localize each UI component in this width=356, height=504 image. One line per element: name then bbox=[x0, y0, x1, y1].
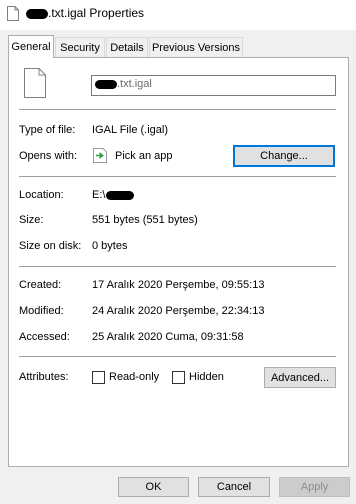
tab-general[interactable]: General bbox=[8, 35, 54, 58]
size-on-disk-value: 0 bytes bbox=[92, 240, 128, 252]
created-label: Created: bbox=[19, 279, 62, 291]
file-type-icon bbox=[24, 68, 46, 98]
readonly-checkbox[interactable] bbox=[92, 371, 105, 384]
redacted-filename bbox=[95, 79, 117, 89]
readonly-label[interactable]: Read-only bbox=[109, 371, 159, 383]
divider bbox=[19, 266, 336, 267]
accessed-value: 25 Aralık 2020 Cuma, 09:31:58 bbox=[92, 331, 244, 343]
change-button[interactable]: Change... bbox=[233, 145, 335, 167]
hidden-checkbox[interactable] bbox=[172, 371, 185, 384]
accessed-label: Accessed: bbox=[19, 331, 70, 343]
location-value: E:\ bbox=[92, 189, 135, 201]
apply-button[interactable]: Apply bbox=[279, 477, 350, 497]
created-value: 17 Aralık 2020 Perşembe, 09:55:13 bbox=[92, 279, 265, 291]
cancel-button[interactable]: Cancel bbox=[198, 477, 270, 497]
location-label: Location: bbox=[19, 189, 64, 201]
pick-app-icon bbox=[93, 148, 107, 163]
tab-security[interactable]: Security bbox=[55, 37, 105, 57]
modified-label: Modified: bbox=[19, 305, 64, 317]
title-bar: .txt.igal Properties bbox=[0, 0, 356, 30]
attributes-label: Attributes: bbox=[19, 371, 69, 383]
type-value: IGAL File (.igal) bbox=[92, 124, 169, 136]
divider bbox=[19, 356, 336, 357]
tab-details[interactable]: Details bbox=[106, 37, 148, 57]
size-label: Size: bbox=[19, 214, 44, 226]
window-title: .txt.igal Properties bbox=[26, 6, 144, 20]
divider bbox=[19, 109, 336, 110]
size-value: 551 bytes (551 bytes) bbox=[92, 214, 198, 226]
redacted-filename bbox=[26, 8, 48, 19]
opens-with-label: Opens with: bbox=[19, 150, 78, 162]
modified-value: 24 Aralık 2020 Perşembe, 22:34:13 bbox=[92, 305, 265, 317]
type-label: Type of file: bbox=[19, 124, 76, 136]
redacted-path bbox=[106, 190, 135, 200]
file-name-field[interactable]: .txt.igal bbox=[91, 75, 336, 96]
advanced-button[interactable]: Advanced... bbox=[264, 367, 336, 388]
size-on-disk-label: Size on disk: bbox=[19, 240, 82, 252]
divider bbox=[19, 176, 336, 177]
tab-previous-versions[interactable]: Previous Versions bbox=[149, 37, 243, 57]
opens-with-value: Pick an app bbox=[115, 150, 173, 162]
general-panel bbox=[8, 57, 349, 467]
hidden-label[interactable]: Hidden bbox=[189, 371, 224, 383]
ok-button[interactable]: OK bbox=[118, 477, 189, 497]
file-icon bbox=[7, 6, 19, 21]
